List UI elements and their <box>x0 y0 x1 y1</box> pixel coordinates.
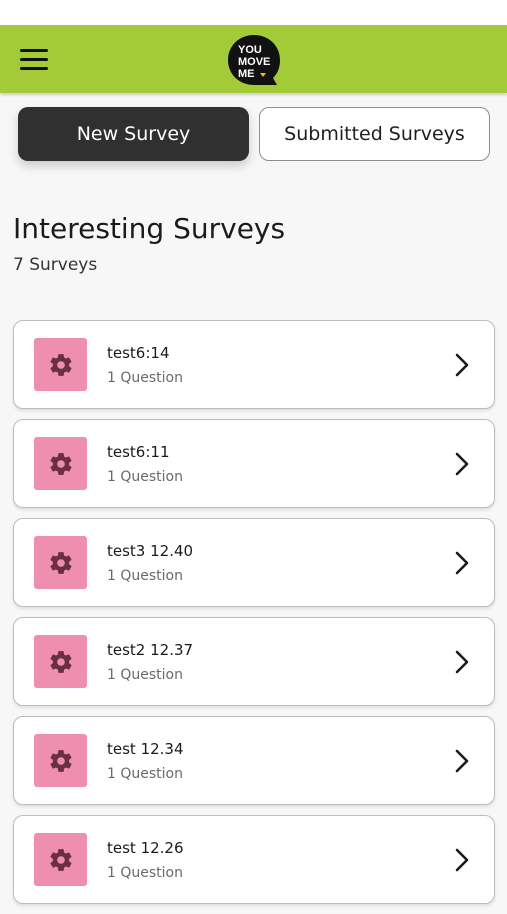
survey-question-count: 1 Question <box>107 469 183 485</box>
chevron-right-icon <box>455 650 469 674</box>
survey-icon-tile <box>34 734 87 787</box>
gear-icon <box>49 749 72 772</box>
chevron-right-icon <box>455 551 469 575</box>
survey-icon-tile <box>34 338 87 391</box>
survey-card[interactable]: test2 12.37 1 Question <box>13 617 495 706</box>
survey-list: test6:14 1 Question test6:11 1 Question … <box>13 320 495 914</box>
gear-icon <box>49 650 72 673</box>
survey-title: test 12.34 <box>107 740 184 758</box>
survey-question-count: 1 Question <box>107 667 183 683</box>
survey-card[interactable]: test 12.26 1 Question <box>13 815 495 904</box>
app-header: YOU MOVE ME <box>0 25 507 93</box>
logo-text-me: ME <box>238 68 255 80</box>
survey-title: test 12.26 <box>107 839 184 857</box>
survey-icon-tile <box>34 437 87 490</box>
hamburger-menu-icon[interactable] <box>20 49 50 71</box>
survey-question-count: 1 Question <box>107 766 183 782</box>
tab-new-survey[interactable]: New Survey <box>18 107 249 161</box>
chevron-right-icon <box>455 848 469 872</box>
gear-icon <box>49 848 72 871</box>
survey-card[interactable]: test 12.34 1 Question <box>13 716 495 805</box>
survey-card[interactable]: test3 12.40 1 Question <box>13 518 495 607</box>
you-move-me-logo: YOU MOVE ME <box>228 35 280 85</box>
survey-card[interactable]: test6:14 1 Question <box>13 320 495 409</box>
survey-title: test6:14 <box>107 344 170 362</box>
section-title: Interesting Surveys <box>13 212 286 245</box>
gear-icon <box>49 452 72 475</box>
survey-tabs: New Survey Submitted Surveys <box>0 107 507 167</box>
chevron-right-icon <box>455 452 469 476</box>
survey-card[interactable]: test6:11 1 Question <box>13 419 495 508</box>
survey-icon-tile <box>34 833 87 886</box>
chevron-right-icon <box>455 353 469 377</box>
logo-text-move: MOVE <box>238 56 270 68</box>
gear-icon <box>49 353 72 376</box>
status-bar <box>0 0 507 25</box>
survey-question-count: 1 Question <box>107 370 183 386</box>
chevron-right-icon <box>455 749 469 773</box>
gear-icon <box>49 551 72 574</box>
survey-title: test2 12.37 <box>107 641 194 659</box>
survey-question-count: 1 Question <box>107 568 183 584</box>
survey-title: test6:11 <box>107 443 170 461</box>
survey-title: test3 12.40 <box>107 542 194 560</box>
survey-icon-tile <box>34 536 87 589</box>
survey-question-count: 1 Question <box>107 865 183 881</box>
survey-icon-tile <box>34 635 87 688</box>
survey-count: 7 Surveys <box>13 255 98 275</box>
logo-text-you: YOU <box>238 44 262 56</box>
tab-submitted-surveys[interactable]: Submitted Surveys <box>259 107 490 161</box>
